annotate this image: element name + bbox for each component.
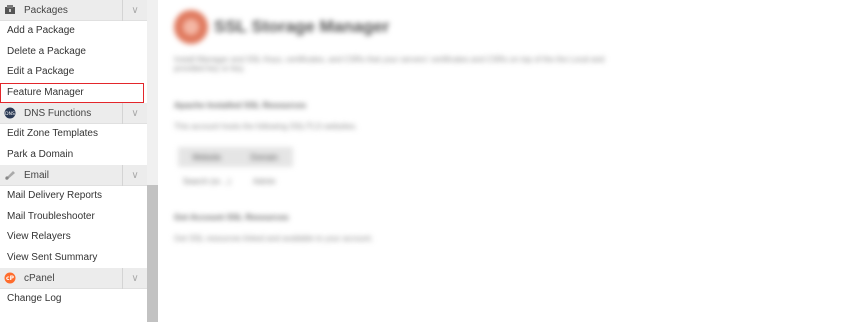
ssl-logo-icon — [174, 10, 208, 44]
page-title: SSL Storage Manager — [214, 17, 390, 36]
table-cell[interactable]: Search (or…) — [178, 171, 236, 191]
table-cell[interactable]: Admin — [236, 171, 294, 191]
ssl-table: Website Domain Search (or…) Admin — [178, 147, 293, 191]
menu-item-park-domain[interactable]: Park a Domain — [0, 144, 147, 165]
table-row: Search (or…) Admin — [178, 171, 293, 191]
menu-item-edit-package[interactable]: Edit a Package — [0, 62, 147, 83]
section-title: Get Account SSL Resources — [174, 212, 289, 222]
main-content-blurred: SSL Storage Manager Install Manager and … — [160, 0, 847, 322]
table-header[interactable]: Website — [178, 147, 236, 167]
category-header-packages[interactable]: Packages ∨ — [0, 0, 147, 21]
menu-item-edit-zone-templates[interactable]: Edit Zone Templates — [0, 124, 147, 145]
dns-icon: DNS — [4, 107, 16, 119]
table-header[interactable]: Domain — [236, 147, 294, 167]
category-label: Email — [24, 169, 50, 181]
sidebar-scrollbar-thumb[interactable] — [147, 185, 158, 322]
menu-item-mail-delivery-reports[interactable]: Mail Delivery Reports — [0, 186, 147, 207]
collapse-chevron-icon[interactable]: ∨ — [122, 0, 147, 21]
category-header-dns[interactable]: DNS DNS Functions ∨ — [0, 103, 147, 124]
email-icon — [4, 169, 16, 181]
intro-text: Install Manager and SSL Keys, certificat… — [174, 55, 605, 73]
menu-item-add-package[interactable]: Add a Package — [0, 21, 147, 42]
menu-item-mail-troubleshooter[interactable]: Mail Troubleshooter — [0, 206, 147, 227]
svg-text:cP: cP — [6, 275, 15, 282]
menu-item-change-log[interactable]: Change Log — [0, 289, 147, 310]
section-text: This account hosts the following SSL/TLS… — [174, 122, 358, 131]
category-header-cpanel[interactable]: cP cPanel ∨ — [0, 268, 147, 289]
table-header-row: Website Domain — [178, 147, 293, 167]
category-label: Packages — [24, 4, 68, 16]
collapse-chevron-icon[interactable]: ∨ — [122, 268, 147, 289]
category-header-email[interactable]: Email ∨ — [0, 165, 147, 186]
page-heading: SSL Storage Manager — [174, 10, 389, 44]
menu-item-feature-manager[interactable]: Feature Manager — [0, 82, 144, 103]
menu-item-delete-package[interactable]: Delete a Package — [0, 41, 147, 62]
packages-icon — [4, 4, 16, 16]
section-text: Get SSL resources linked and available t… — [174, 234, 373, 243]
collapse-chevron-icon[interactable]: ∨ — [122, 103, 147, 124]
menu-item-view-relayers[interactable]: View Relayers — [0, 227, 147, 248]
svg-text:DNS: DNS — [5, 111, 15, 117]
cpanel-icon: cP — [4, 272, 16, 284]
category-label: DNS Functions — [24, 107, 92, 119]
category-label: cPanel — [24, 272, 55, 284]
sidebar: Packages ∨ Add a Package Delete a Packag… — [0, 0, 147, 322]
collapse-chevron-icon[interactable]: ∨ — [122, 165, 147, 186]
section-title: Apache Installed SSL Resources — [174, 100, 307, 110]
menu-item-view-sent-summary[interactable]: View Sent Summary — [0, 247, 147, 268]
